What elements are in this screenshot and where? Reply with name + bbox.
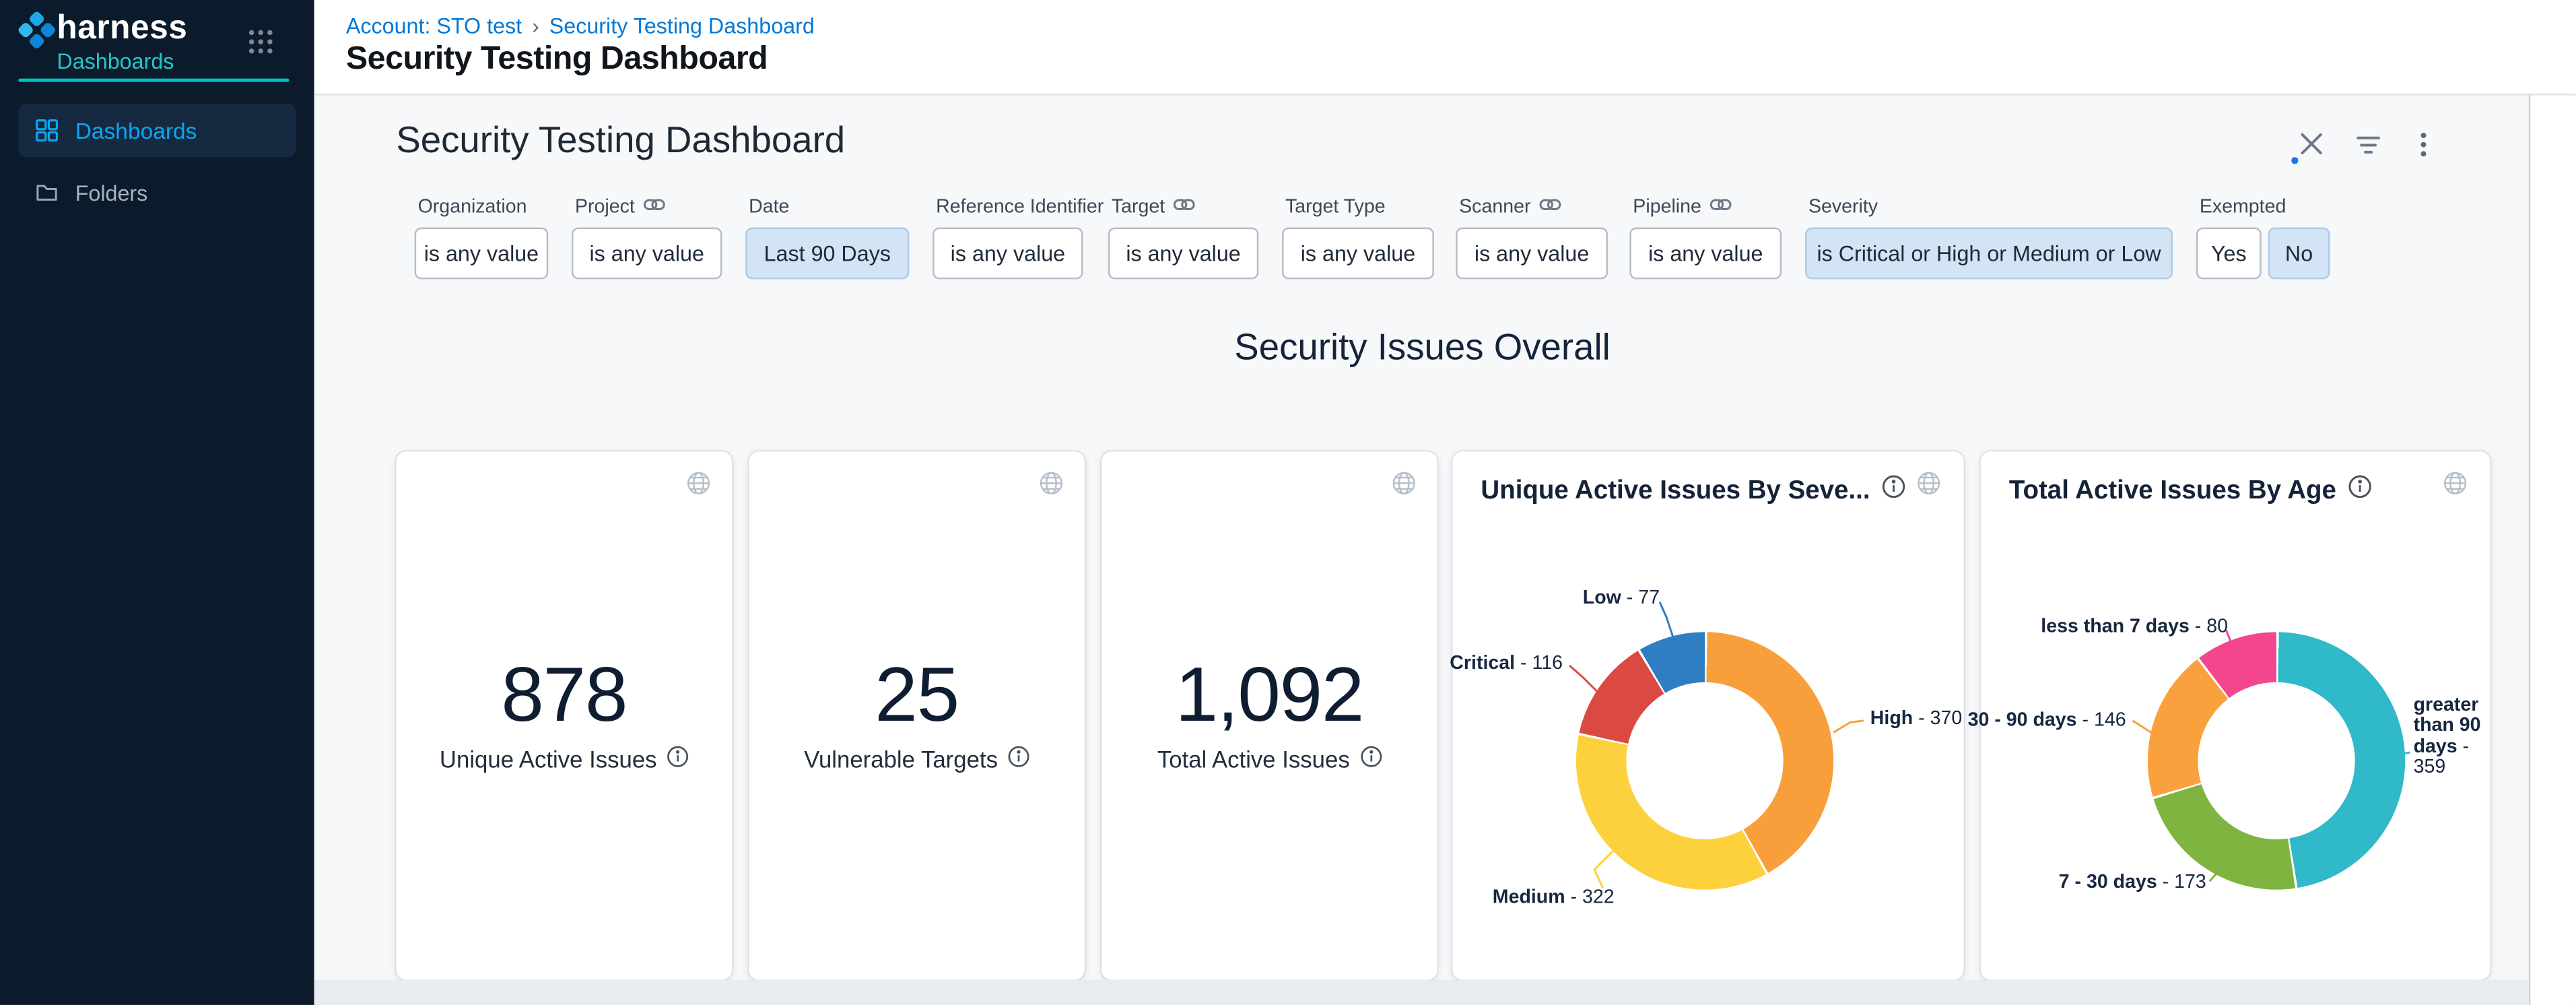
stat-value: 878 — [396, 655, 732, 732]
filter-value-pipeline[interactable]: is any value — [1629, 228, 1782, 280]
link-icon — [1539, 197, 1561, 217]
stat-label: Vulnerable Targets — [804, 746, 998, 773]
filter-exempted-no-button[interactable]: No — [2268, 228, 2330, 280]
cursor-dot — [2291, 157, 2297, 163]
filter-label-reference-identifier: Reference Identifier — [936, 195, 1104, 217]
sidebar-item-folders[interactable]: Folders — [18, 167, 296, 217]
breadcrumb-account-link[interactable]: Account: STO test — [346, 13, 522, 38]
globe-icon[interactable] — [1917, 472, 1940, 495]
globe-icon[interactable] — [2443, 472, 2467, 495]
filter-label-target: Target — [1112, 195, 1195, 217]
filter-value-scanner[interactable]: is any value — [1456, 228, 1608, 280]
filter-value-project[interactable]: is any value — [572, 228, 722, 280]
sidebar: harness Dashboards Dashboards — [0, 0, 314, 1005]
sidebar-item-label: Dashboards — [75, 118, 197, 143]
harness-logo-icon[interactable] — [18, 11, 55, 48]
chart-title: Total Active Issues By Age — [2009, 476, 2336, 506]
breadcrumb-separator: › — [532, 13, 539, 38]
filter-value-target-type[interactable]: is any value — [1282, 228, 1434, 280]
filter-label-project: Project — [575, 195, 665, 217]
slice-label-7-30-days: 7 - 30 days - 173 — [2059, 873, 2206, 893]
filter-icon[interactable] — [2357, 134, 2380, 154]
scrollbar-gutter[interactable] — [2529, 95, 2576, 1004]
globe-icon[interactable] — [1040, 472, 1063, 495]
filter-label-severity: Severity — [1808, 195, 1878, 217]
close-icon[interactable] — [2300, 132, 2324, 156]
filter-label-date: Date — [749, 195, 789, 217]
section-title: Security Issues Overall — [314, 326, 2531, 370]
apps-grid-icon[interactable] — [247, 28, 274, 55]
slice-label-less-than-7-days: less than 7 days - 80 — [2041, 617, 2228, 637]
canvas-bottom-strip — [314, 980, 2529, 1005]
filter-label-exempted: Exempted — [2200, 195, 2286, 217]
stat-card-unique-active-issues: 878 Unique Active Issues — [396, 451, 732, 979]
severity-donut-chart[interactable] — [1576, 632, 1833, 889]
age-donut-chart[interactable] — [2148, 632, 2405, 889]
slice-label-low: Low - 77 — [1583, 589, 1660, 609]
product-label: Dashboards — [57, 48, 174, 73]
harness-wordmark: harness — [57, 10, 187, 48]
dashboards-icon — [35, 119, 59, 142]
page-title: Security Testing Dashboard — [346, 40, 768, 79]
slice-label-30-90-days: 30 - 90 days - 146 — [1968, 711, 2126, 731]
slice-label-greater-than-90-days: greater than 90 days - 359 — [2414, 696, 2484, 778]
slice-label-medium: Medium - 322 — [1493, 888, 1615, 908]
filter-value-severity[interactable]: is Critical or High or Medium or Low — [1805, 228, 2173, 280]
link-icon — [1174, 197, 1195, 217]
folder-icon — [35, 181, 59, 204]
chart-title: Unique Active Issues By Seve... — [1481, 476, 1870, 506]
breadcrumb: Account: STO test › Security Testing Das… — [346, 13, 815, 38]
filter-label-scanner: Scanner — [1459, 195, 1561, 217]
dashboard-title: Security Testing Dashboard — [396, 119, 845, 162]
globe-icon[interactable] — [1392, 472, 1416, 495]
info-icon[interactable] — [1360, 746, 1382, 773]
filter-label-target-type: Target Type — [1285, 195, 1386, 217]
filter-exempted-yes-button[interactable]: Yes — [2196, 228, 2262, 280]
chart-card-issues-by-severity: Unique Active Issues By Seve... Low - 77… — [1452, 451, 1964, 979]
filter-label-pipeline: Pipeline — [1633, 195, 1731, 217]
link-icon — [643, 197, 665, 217]
kebab-menu-icon[interactable] — [2420, 132, 2427, 157]
filter-value-date[interactable]: Last 90 Days — [745, 228, 909, 280]
globe-icon[interactable] — [687, 472, 710, 495]
sidebar-item-dashboards[interactable]: Dashboards — [18, 104, 296, 157]
link-icon — [1709, 197, 1731, 217]
info-icon[interactable] — [2348, 475, 2371, 507]
filter-value-target[interactable]: is any value — [1108, 228, 1258, 280]
stat-card-total-active-issues: 1,092 Total Active Issues — [1101, 451, 1437, 979]
filter-value-reference-identifier[interactable]: is any value — [933, 228, 1083, 280]
stat-value: 1,092 — [1101, 655, 1437, 732]
info-icon[interactable] — [1008, 746, 1029, 773]
sidebar-item-label: Folders — [75, 180, 148, 205]
sidebar-divider — [18, 79, 289, 82]
stat-card-vulnerable-targets: 25 Vulnerable Targets — [749, 451, 1085, 979]
filter-value-organization[interactable]: is any value — [415, 228, 549, 280]
stat-value: 25 — [749, 655, 1085, 732]
slice-label-high: High - 370 — [1870, 709, 1962, 730]
info-icon[interactable] — [667, 746, 688, 773]
filter-label-organization: Organization — [418, 195, 527, 217]
slice-label-critical: Critical - 116 — [1450, 654, 1563, 674]
app-window: harness Dashboards Dashboards — [0, 0, 2575, 1005]
breadcrumb-page-link[interactable]: Security Testing Dashboard — [549, 13, 815, 38]
chart-card-issues-by-age: Total Active Issues By Age less than 7 d… — [1981, 451, 2490, 979]
info-icon[interactable] — [1882, 475, 1905, 507]
stat-label: Total Active Issues — [1157, 746, 1350, 773]
stat-label: Unique Active Issues — [440, 746, 657, 773]
page-header: Account: STO test › Security Testing Das… — [314, 0, 2576, 95]
